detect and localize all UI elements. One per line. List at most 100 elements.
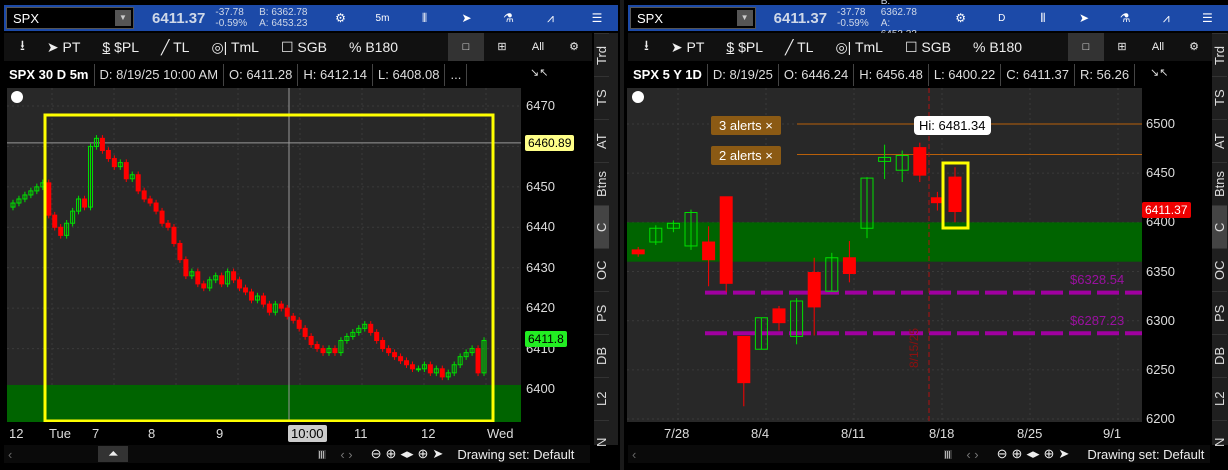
tool-pt[interactable]: ➤ PT [671,39,705,56]
tool-sgb[interactable]: ☐ SGB [905,39,951,56]
settings-gear-icon[interactable]: ⚙ [1176,33,1212,61]
scrollbar-handle[interactable]: ||| [944,449,953,459]
zoom-in-icon[interactable]: ⊕ [386,446,397,462]
alert-marker-2[interactable]: 2 alerts × [711,146,781,165]
side-tab-at[interactable]: AT [1212,119,1227,162]
candle-body [702,241,716,261]
side-tab-oc[interactable]: OC [594,248,609,291]
candle-body [296,319,302,329]
cursor-icon[interactable]: ➤ [1063,11,1104,25]
candle-body [302,327,308,337]
menu-icon[interactable]: ☰ [1187,11,1228,25]
side-tab-ps[interactable]: PS [594,291,609,334]
candle-body [111,158,117,168]
scroll-left-icon[interactable]: ‹ [632,447,636,462]
time-tick: Wed [487,426,514,441]
aggregation-button[interactable]: D [981,13,1022,24]
drawing-set-select[interactable]: Drawing set: Default [457,447,574,462]
zoom-in-icon[interactable]: ⊕ [1012,446,1023,462]
pointer-icon[interactable]: ➤ [432,446,443,462]
time-tick: 11 [354,426,368,441]
cursor-icon[interactable]: ➤ [445,11,487,25]
right-plot-area[interactable]: 3 alerts × 2 alerts × Hi: 6481.34 $6328.… [627,88,1142,422]
side-tab-oc[interactable]: OC [1212,248,1227,291]
pin-icon[interactable]: ⭳ [20,35,25,59]
side-tab-l2[interactable]: L2 [594,377,609,420]
crosshair-icon[interactable]: ⊕ [418,446,429,462]
side-tab-at[interactable]: AT [594,119,609,162]
side-tab-c[interactable]: C [594,205,609,248]
scroll-left-icon[interactable]: ‹ [8,447,12,462]
zoom-out-icon[interactable]: ⊖ [997,446,1008,462]
tool-spl[interactable]: $ $PL [726,39,763,55]
side-tab-db[interactable]: DB [594,334,609,377]
pan-icon[interactable]: ◂▸ [400,446,413,462]
chevron-down-icon[interactable]: ▼ [736,10,753,26]
all-icon[interactable]: All [520,33,556,61]
side-tab-trd[interactable]: Trd [594,33,609,76]
tool-sgb[interactable]: ☐ SGB [281,39,327,56]
tool-tl[interactable]: ╱ TL [161,39,189,56]
info-low: L: 6400.22 [929,64,1002,86]
left-plot-area[interactable] [7,88,521,422]
candle-body [201,283,207,289]
side-tab-n[interactable]: N [594,420,609,463]
flask-icon[interactable]: ⚗ [487,11,529,25]
tool-label: TmL [854,38,883,55]
ask: A: 6453.23 [259,18,308,29]
symbol-input[interactable]: SPX ▼ [630,7,756,29]
side-tab-trd[interactable]: Trd [1212,33,1227,76]
expand-icon[interactable]: ⏶ [98,446,129,462]
tool-tml[interactable]: ◎| TmL [211,39,259,56]
pan-icon[interactable]: ◂▸ [1026,446,1039,462]
tool-b180[interactable]: % B180 [349,39,398,55]
drawing-icon[interactable]: ⩘ [529,11,571,26]
side-tab-ps[interactable]: PS [1212,291,1227,334]
single-layout-icon[interactable]: □ [448,33,484,61]
scroll-arrows-icon[interactable]: ‹ › [340,447,352,462]
scroll-arrows-icon[interactable]: ‹ › [966,447,978,462]
candle-body [439,368,445,378]
side-tab-ts[interactable]: TS [594,76,609,119]
zoom-out-icon[interactable]: ⊖ [371,446,382,462]
pin-icon[interactable]: ⭳ [644,35,649,59]
collapse-icon[interactable]: ↘↖ [530,66,548,79]
candle-style-icon[interactable]: ⫴ [1022,11,1063,26]
flask-icon[interactable]: ⚗ [1105,11,1146,25]
side-tab-ts[interactable]: TS [1212,76,1227,119]
tool-spl[interactable]: $ $PL [102,39,139,55]
candle-body [135,174,141,192]
all-icon[interactable]: All [1140,33,1176,61]
drawing-icon[interactable]: ⩘ [1146,11,1187,26]
drawing-set-select[interactable]: Drawing set: Default [1087,447,1204,462]
tool-b180[interactable]: % B180 [973,39,1022,55]
right-bottom-bar: ‹ ||| ‹ › ⊖ ⊕ ◂▸ ⊕ ➤ Drawing set: Defaul… [628,445,1210,463]
settings-gear-icon[interactable]: ⚙ [556,33,592,61]
pointer-icon[interactable]: ➤ [1058,446,1069,462]
crosshair-icon[interactable]: ⊕ [1044,446,1055,462]
candle-body [398,356,404,362]
symbol-input[interactable]: SPX ▼ [6,7,134,29]
single-layout-icon[interactable]: □ [1068,33,1104,61]
side-tab-db[interactable]: DB [1212,334,1227,377]
tool-tml[interactable]: ◎| TmL [835,39,883,56]
scrollbar-handle[interactable]: ||| [318,449,327,459]
gear-icon[interactable]: ⚙ [319,11,361,25]
gear-icon[interactable]: ⚙ [940,11,981,25]
chevron-down-icon[interactable]: ▼ [115,10,131,26]
collapse-icon[interactable]: ↘↖ [1150,66,1168,79]
aggregation-button[interactable]: 5m [361,13,403,24]
side-tab-l2[interactable]: L2 [1212,377,1227,420]
side-tab-btns[interactable]: Btns [594,162,609,205]
side-tab-c[interactable]: C [1212,205,1227,248]
grid-layout-icon[interactable]: ⊞ [1104,33,1140,61]
candle-body [737,335,751,384]
candle-style-icon[interactable]: ⫴ [403,11,445,26]
side-tab-btns[interactable]: Btns [1212,162,1227,205]
side-tab-n[interactable]: N [1212,420,1227,463]
tool-tl[interactable]: ╱ TL [785,39,813,56]
alert-marker-3[interactable]: 3 alerts × [711,116,781,135]
menu-icon[interactable]: ☰ [576,11,618,25]
grid-layout-icon[interactable]: ⊞ [484,33,520,61]
tool-pt[interactable]: ➤ PT [47,39,81,56]
